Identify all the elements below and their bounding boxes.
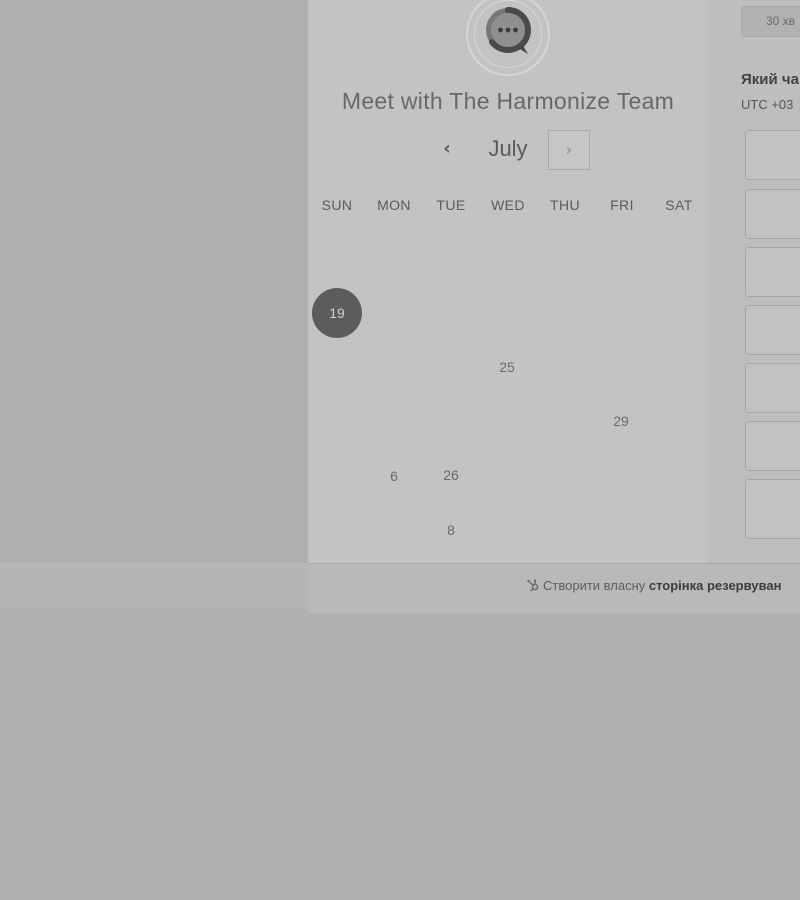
time-slot[interactable]: [745, 130, 800, 180]
booking-page: Meet with The Harmonize Team ‹ July › SU…: [0, 0, 800, 900]
footer-prefix-text: Створити власну: [543, 578, 649, 593]
month-label: July: [488, 136, 528, 161]
weekday-mon: MON: [377, 197, 411, 213]
time-question-heading: Який ча: [741, 71, 799, 88]
prev-month-button[interactable]: ‹: [433, 138, 461, 162]
month-navigation: ‹ July ›: [308, 130, 708, 170]
calendar-day[interactable]: 8: [426, 505, 476, 555]
time-slot[interactable]: [745, 479, 800, 539]
create-booking-page-link[interactable]: Створити власну сторінка резервуван: [526, 578, 781, 593]
time-slot[interactable]: [745, 421, 800, 471]
time-slot[interactable]: [745, 363, 800, 413]
weekday-tue: TUE: [436, 197, 466, 213]
weekday-sun: SUN: [321, 197, 353, 213]
time-slot[interactable]: [745, 247, 800, 297]
next-month-button[interactable]: ›: [548, 130, 590, 170]
calendar-day-selected[interactable]: 19: [312, 288, 362, 338]
weekday-fri: FRI: [610, 197, 634, 213]
timezone-selector[interactable]: UTC +03: [741, 97, 793, 112]
footer-bar: Створити власну сторінка резервуван: [308, 563, 800, 613]
calendar-day[interactable]: 25: [482, 342, 532, 392]
calendar-day[interactable]: 26: [426, 450, 476, 500]
time-slot[interactable]: [745, 189, 800, 239]
chat-bubble-icon: [486, 7, 531, 54]
duration-button[interactable]: 30 хв: [741, 6, 800, 37]
weekday-wed: WED: [491, 197, 525, 213]
hubspot-sprocket-icon: [527, 579, 539, 592]
calendar-panel: Meet with The Harmonize Team ‹ July › SU…: [308, 0, 708, 563]
time-selection-panel: 30 хв Який ча UTC +03: [708, 0, 800, 563]
weekday-sat: SAT: [665, 197, 693, 213]
calendar-day[interactable]: 29: [596, 396, 646, 446]
time-slot[interactable]: [745, 305, 800, 355]
footer-left-area: [0, 569, 308, 609]
meeting-title: Meet with The Harmonize Team: [341, 88, 675, 114]
calendar-day[interactable]: 6: [369, 451, 419, 501]
weekday-header: SUN MON TUE WED THU FRI SAT: [308, 197, 708, 217]
weekday-thu: THU: [550, 197, 580, 213]
avatar: [466, 0, 550, 76]
footer-link-text[interactable]: сторінка резервуван: [649, 578, 782, 593]
